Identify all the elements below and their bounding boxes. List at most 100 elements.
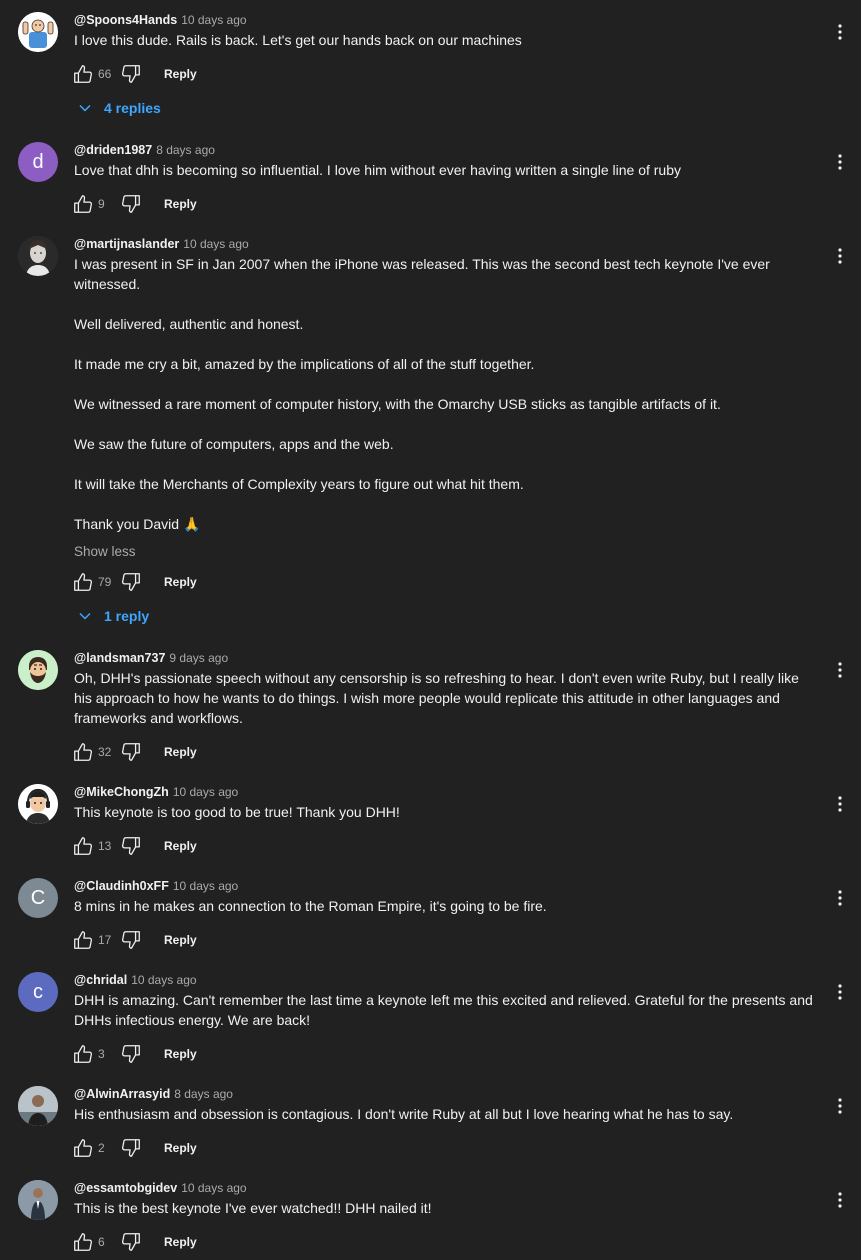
avatar[interactable] <box>18 1086 58 1126</box>
more-actions-icon[interactable] <box>830 660 850 680</box>
author-name[interactable]: @MikeChongZh <box>74 785 169 799</box>
more-actions-icon[interactable] <box>830 152 850 172</box>
avatar[interactable] <box>18 236 58 276</box>
timestamp[interactable]: 10 days ago <box>181 1181 246 1195</box>
avatar[interactable] <box>18 650 58 690</box>
thumbs-up-icon[interactable] <box>72 929 94 951</box>
comment-paragraph: Oh, DHH's passionate speech without any … <box>74 670 799 726</box>
thumbs-up-icon[interactable] <box>72 571 94 593</box>
author-name[interactable]: @Spoons4Hands <box>74 13 177 27</box>
comment-text: His enthusiasm and obsession is contagio… <box>74 1104 816 1124</box>
comment-paragraph: 8 mins in he makes an connection to the … <box>74 898 547 914</box>
thumbs-down-icon[interactable] <box>120 1231 142 1253</box>
more-actions-icon[interactable] <box>830 246 850 266</box>
chevron-down-icon <box>79 612 91 620</box>
author-name[interactable]: @chridal <box>74 973 127 987</box>
avatar[interactable] <box>18 784 58 824</box>
comment-paragraph: Love that dhh is becoming so influential… <box>74 162 682 178</box>
avatar[interactable]: C <box>18 878 58 918</box>
view-replies-button[interactable]: 4 replies <box>78 98 161 118</box>
cartoon-avatar-icon <box>18 12 58 52</box>
avatar[interactable] <box>18 12 58 52</box>
timestamp[interactable]: 10 days ago <box>181 13 246 27</box>
more-actions-icon[interactable] <box>830 982 850 1002</box>
more-actions-icon[interactable] <box>830 888 850 908</box>
more-actions-icon[interactable] <box>830 1096 850 1116</box>
thumbs-down-icon[interactable] <box>120 193 142 215</box>
avatar[interactable] <box>18 1180 58 1220</box>
comment-paragraph: DHH is amazing. Can't remember the last … <box>74 992 813 1028</box>
comment-text: Love that dhh is becoming so influential… <box>74 160 816 180</box>
profile-photo-icon <box>18 1180 58 1220</box>
thumbs-up-icon[interactable] <box>72 63 94 85</box>
show-less-link[interactable]: Show less <box>74 544 136 559</box>
comment-text: I was present in SF in Jan 2007 when the… <box>74 254 816 534</box>
thumbs-down-icon[interactable] <box>120 571 142 593</box>
comment-actions: 3 Reply <box>72 1042 197 1066</box>
like-count: 13 <box>98 839 112 853</box>
comment-text: This keynote is too good to be true! Tha… <box>74 802 816 822</box>
headphones-avatar-icon <box>18 784 58 824</box>
author-name[interactable]: @Claudinh0xFF <box>74 879 169 893</box>
thumbs-down-icon[interactable] <box>120 1043 142 1065</box>
reply-button[interactable]: Reply <box>164 197 197 211</box>
comment-header: @MikeChongZh 10 days ago <box>74 784 238 800</box>
author-name[interactable]: @AlwinArrasyid <box>74 1087 170 1101</box>
reply-button[interactable]: Reply <box>164 745 197 759</box>
author-name[interactable]: @driden1987 <box>74 143 152 157</box>
thumbs-up-icon[interactable] <box>72 1043 94 1065</box>
more-actions-icon[interactable] <box>830 794 850 814</box>
avatar-letter: C <box>30 886 46 909</box>
thumbs-down-icon[interactable] <box>120 1137 142 1159</box>
author-name[interactable]: @martijnaslander <box>74 237 179 251</box>
comment-text: 8 mins in he makes an connection to the … <box>74 896 816 916</box>
comment-paragraph: It will take the Merchants of Complexity… <box>74 476 524 492</box>
comment-actions: 13 Reply <box>72 834 197 858</box>
timestamp[interactable]: 9 days ago <box>169 651 228 665</box>
comment-paragraph: We saw the future of computers, apps and… <box>74 436 394 452</box>
reply-button[interactable]: Reply <box>164 67 197 81</box>
thumbs-up-icon[interactable] <box>72 193 94 215</box>
replies-count-label: 1 reply <box>104 608 150 624</box>
thumbs-down-icon[interactable] <box>120 835 142 857</box>
timestamp[interactable]: 10 days ago <box>173 785 238 799</box>
comment-actions: 9 Reply <box>72 192 197 216</box>
reply-button[interactable]: Reply <box>164 933 197 947</box>
comment-header: @chridal 10 days ago <box>74 972 197 988</box>
more-actions-icon[interactable] <box>830 22 850 42</box>
timestamp[interactable]: 10 days ago <box>173 879 238 893</box>
author-name[interactable]: @landsman737 <box>74 651 165 665</box>
thumbs-down-icon[interactable] <box>120 741 142 763</box>
comment-actions: 6 Reply <box>72 1230 197 1254</box>
thumbs-up-icon[interactable] <box>72 1137 94 1159</box>
thumbs-down-icon[interactable] <box>120 63 142 85</box>
reply-button[interactable]: Reply <box>164 1235 197 1249</box>
avatar[interactable]: d <box>18 142 58 182</box>
bearded-emoji-avatar-icon <box>18 650 58 690</box>
author-name[interactable]: @essamtobgidev <box>74 1181 177 1195</box>
more-actions-icon[interactable] <box>830 1190 850 1210</box>
thumbs-down-icon[interactable] <box>120 929 142 951</box>
thumbs-up-icon[interactable] <box>72 1231 94 1253</box>
comment-header: @essamtobgidev 10 days ago <box>74 1180 247 1196</box>
comment-paragraph: His enthusiasm and obsession is contagio… <box>74 1106 734 1122</box>
avatar[interactable]: c <box>18 972 58 1012</box>
view-replies-button[interactable]: 1 reply <box>78 606 149 626</box>
comment-text: DHH is amazing. Can't remember the last … <box>74 990 816 1030</box>
reply-button[interactable]: Reply <box>164 1047 197 1061</box>
thumbs-up-icon[interactable] <box>72 741 94 763</box>
reply-button[interactable]: Reply <box>164 1141 197 1155</box>
like-count: 17 <box>98 933 112 947</box>
timestamp[interactable]: 8 days ago <box>174 1087 233 1101</box>
timestamp[interactable]: 10 days ago <box>131 973 196 987</box>
thumbs-up-icon[interactable] <box>72 835 94 857</box>
timestamp[interactable]: 8 days ago <box>156 143 215 157</box>
reply-button[interactable]: Reply <box>164 839 197 853</box>
comment-paragraph: Well delivered, authentic and honest. <box>74 316 304 332</box>
like-count: 79 <box>98 575 112 589</box>
comment-paragraph: I love this dude. Rails is back. Let's g… <box>74 32 522 48</box>
profile-photo-icon <box>18 236 58 276</box>
timestamp[interactable]: 10 days ago <box>183 237 248 251</box>
reply-button[interactable]: Reply <box>164 575 197 589</box>
comment-text: Oh, DHH's passionate speech without any … <box>74 668 816 728</box>
